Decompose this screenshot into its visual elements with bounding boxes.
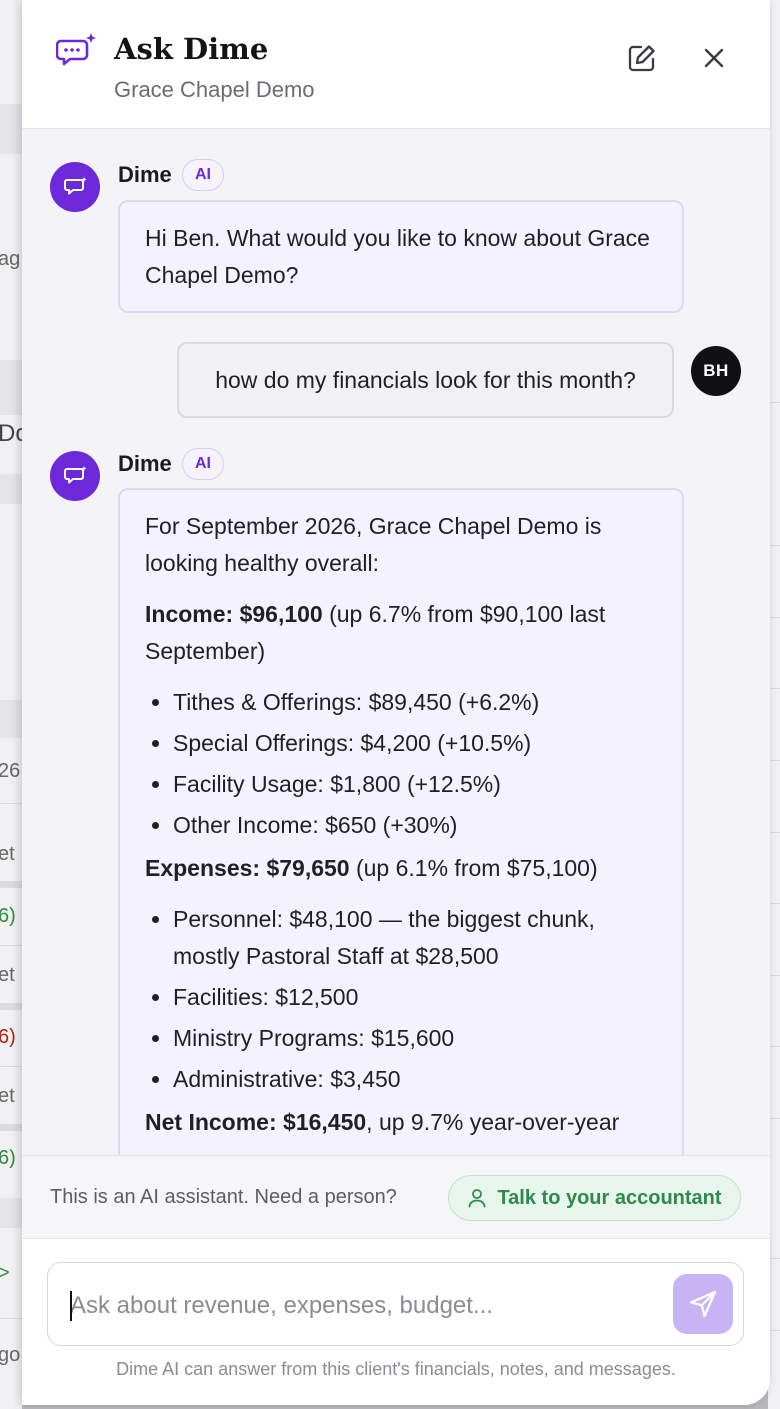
user-avatar: BH bbox=[691, 346, 741, 396]
reply-bubble: For September 2026, Grace Chapel Demo is… bbox=[118, 488, 684, 1208]
expenses-detail: (up 6.1% from $75,100) bbox=[349, 855, 598, 881]
income-summary: Income: $96,100 (up 6.7% from $90,100 la… bbox=[145, 596, 662, 670]
ai-badge: AI bbox=[182, 159, 224, 191]
expenses-list: Personnel: $48,100 — the biggest chunk, … bbox=[145, 901, 662, 1098]
talk-to-accountant-button[interactable]: Talk to your accountant bbox=[448, 1175, 741, 1221]
composer-disclaimer: Dime AI can answer from this client's fi… bbox=[116, 1359, 676, 1379]
background-page: ag Do 26 et 6) et 6) et 6) > go bbox=[0, 0, 22, 1409]
message-input-box bbox=[47, 1262, 744, 1346]
expenses-label: Expenses: $79,650 bbox=[145, 855, 350, 881]
chat-sparkle-icon bbox=[55, 32, 98, 70]
background-text: 26 bbox=[0, 760, 21, 782]
income-label: Income: $96,100 bbox=[145, 601, 323, 627]
send-icon bbox=[689, 1290, 717, 1318]
send-button[interactable] bbox=[673, 1274, 733, 1334]
panel-title: Ask Dime bbox=[114, 32, 269, 66]
list-item: Tithes & Offerings: $89,450 (+6.2%) bbox=[173, 684, 662, 721]
sender-name: Dime bbox=[118, 451, 172, 476]
message-text: Hi Ben. What would you like to know abou… bbox=[145, 225, 650, 288]
talk-to-accountant-label: Talk to your accountant bbox=[497, 1186, 722, 1209]
background-text: 6) bbox=[0, 1026, 16, 1048]
person-icon bbox=[469, 1189, 486, 1208]
list-item: Other Income: $650 (+30%) bbox=[173, 807, 662, 844]
background-text: Do bbox=[0, 420, 22, 447]
message-composer: Dime AI can answer from this client's fi… bbox=[22, 1239, 770, 1405]
list-item: Facilities: $12,500 bbox=[173, 979, 662, 1016]
text-cursor bbox=[70, 1291, 72, 1321]
chat-icon bbox=[64, 466, 87, 484]
net-income-detail: , up 9.7% year-over-year bbox=[366, 1109, 620, 1135]
net-income-summary: Net Income: $16,450, up 9.7% year-over-y… bbox=[145, 1104, 662, 1141]
panel-header: Ask Dime Grace Chapel Demo bbox=[22, 0, 770, 129]
income-list: Tithes & Offerings: $89,450 (+6.2%) Spec… bbox=[145, 684, 662, 844]
dime-avatar bbox=[50, 162, 100, 212]
greeting-bubble: Hi Ben. What would you like to know abou… bbox=[118, 200, 684, 313]
close-button[interactable] bbox=[694, 38, 734, 78]
background-text: > bbox=[0, 1262, 10, 1284]
chat-icon bbox=[64, 177, 87, 195]
expenses-summary: Expenses: $79,650 (up 6.1% from $75,100) bbox=[145, 850, 662, 887]
background-text: et bbox=[0, 843, 15, 865]
new-chat-button[interactable] bbox=[622, 38, 662, 78]
background-text: ag bbox=[0, 248, 21, 270]
ask-dime-panel: Ask Dime Grace Chapel Demo Dime AI Hi Be… bbox=[22, 0, 770, 1405]
dime-avatar bbox=[50, 451, 100, 501]
assistant-notice: This is an AI assistant. Need a person? bbox=[50, 1186, 397, 1208]
list-item: Facility Usage: $1,800 (+12.5%) bbox=[173, 766, 662, 803]
message-text: how do my financials look for this month… bbox=[215, 366, 636, 393]
list-item: Special Offerings: $4,200 (+10.5%) bbox=[173, 725, 662, 762]
ai-badge: AI bbox=[182, 448, 224, 480]
sender-name: Dime bbox=[118, 162, 172, 187]
close-icon bbox=[704, 48, 724, 68]
list-item: Administrative: $3,450 bbox=[173, 1061, 662, 1098]
background-text: et bbox=[0, 964, 15, 986]
client-name: Grace Chapel Demo bbox=[114, 77, 315, 102]
background-text: 6) bbox=[0, 1147, 16, 1169]
background-text: go bbox=[0, 1344, 21, 1366]
assistant-notice-bar: This is an AI assistant. Need a person? … bbox=[22, 1155, 770, 1239]
background-text: et bbox=[0, 1085, 15, 1107]
net-income-label: Net Income: $16,450 bbox=[145, 1109, 367, 1135]
message-input[interactable] bbox=[70, 1289, 640, 1323]
edit-icon bbox=[628, 45, 655, 72]
list-item: Ministry Programs: $15,600 bbox=[173, 1020, 662, 1057]
background-text: 6) bbox=[0, 905, 16, 927]
reply-intro: For September 2026, Grace Chapel Demo is… bbox=[145, 513, 602, 576]
list-item: Personnel: $48,100 — the biggest chunk, … bbox=[173, 901, 662, 975]
user-message-bubble: how do my financials look for this month… bbox=[177, 342, 674, 418]
